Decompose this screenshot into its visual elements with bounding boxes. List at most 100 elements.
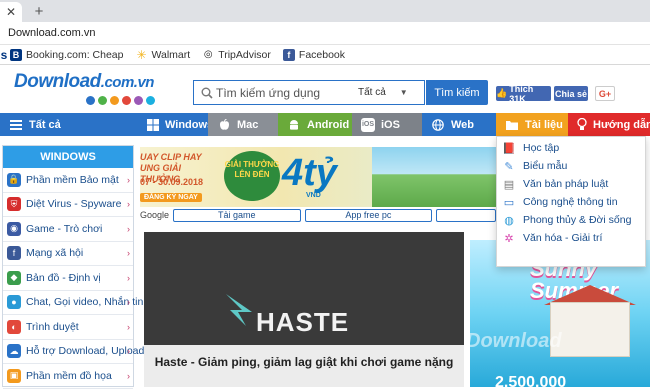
new-tab-button[interactable]: +: [30, 2, 48, 20]
sidebar-item-label: Chat, Gọi video, Nhắn tin: [26, 296, 144, 309]
chevron-right-icon: ›: [127, 223, 130, 234]
nav-guides[interactable]: Hướng dẫn: [568, 113, 650, 136]
bookmark-facebook[interactable]: f Facebook: [282, 48, 345, 61]
dropdown-item[interactable]: ▤ Văn bản pháp luật: [497, 175, 645, 193]
sidebar-item-label: Phần mềm đồ họa: [26, 369, 112, 382]
windows-sidebar: WINDOWS 🔒 Phần mềm Bảo mật › ⛨ Diệt Virus - …: [2, 145, 144, 389]
dropdown-item-label: Biểu mẫu: [523, 160, 568, 172]
logo-dot: [86, 96, 95, 105]
logo-dots: [86, 96, 155, 105]
monitor-icon: ▭: [503, 196, 515, 209]
search-button[interactable]: Tìm kiếm: [426, 80, 488, 105]
facebook-like-button[interactable]: 👍 Thích 31K: [496, 84, 551, 104]
sidebar-item-label: Mạng xã hội: [26, 247, 84, 260]
tab-more[interactable]: [436, 208, 496, 222]
logo-dot: [146, 96, 155, 105]
search-box: Tất cả ▼: [193, 80, 425, 105]
apple-icon: [217, 118, 231, 132]
chevron-right-icon: ›: [127, 321, 130, 332]
feature-caption[interactable]: Haste - Giảm ping, giảm lag giật khi chơ…: [144, 345, 464, 387]
google-label: Google: [140, 210, 170, 220]
promo-number: 2.500.000: [495, 374, 567, 387]
bookmark-booking[interactable]: s B Booking.com: Cheap: [0, 47, 124, 62]
facebook-icon: f: [7, 246, 21, 261]
chevron-right-icon: ›: [127, 297, 130, 308]
search-input[interactable]: [216, 85, 356, 100]
banner-dates: 07 - 30.09.2018: [140, 177, 204, 187]
gplus-button[interactable]: G+: [595, 86, 615, 101]
dropdown-item[interactable]: ◍ Phong thủy & Đời sống: [497, 211, 645, 229]
sidebar-item-label: Diệt Virus - Spyware: [26, 198, 122, 211]
dropdown-item-label: Công nghệ thông tin: [523, 196, 618, 208]
sidebar-item[interactable]: ⛨ Diệt Virus - Spyware ›: [3, 193, 133, 217]
dropdown-item[interactable]: ▭ Công nghệ thông tin: [497, 193, 645, 211]
nav-all[interactable]: Tất cả: [0, 113, 138, 136]
tab-tai-game[interactable]: Tải game: [173, 208, 301, 222]
book-icon: 📕: [502, 142, 516, 155]
document-icon: ▤: [503, 178, 515, 191]
bookmark-tripadvisor[interactable]: ◎ TripAdvisor: [202, 48, 271, 61]
logo-dot: [122, 96, 131, 105]
logo-dot: [98, 96, 107, 105]
map-icon: ◆: [7, 270, 21, 285]
haste-brand: HASTE: [256, 307, 350, 337]
promo-banner[interactable]: UAY CLIP HAY UNG GIẢI THƯỞNG 07 - 30.09.…: [140, 147, 496, 207]
close-tab-icon[interactable]: ✕: [6, 5, 16, 19]
menu-icon: [9, 118, 23, 132]
chevron-right-icon: ›: [127, 346, 130, 357]
category-nav: Tất cả Windows Mac Android iOS iOS Web T…: [0, 113, 650, 136]
bookmarks-bar: s B Booking.com: Cheap ✳ Walmart ◎ TripA…: [0, 45, 650, 65]
chevron-right-icon: ›: [127, 370, 130, 381]
logo-dot: [134, 96, 143, 105]
nav-ios[interactable]: iOS iOS: [352, 113, 422, 136]
banner-amount: 4tỷ: [282, 152, 337, 194]
sidebar-item[interactable]: f Mạng xã hội ›: [3, 242, 133, 266]
dropdown-item[interactable]: ✲ Văn hóa - Giải trí: [497, 229, 645, 247]
folder-icon: [505, 118, 519, 132]
browser-tab[interactable]: ✕: [0, 2, 22, 22]
sidebar-header: WINDOWS: [3, 146, 133, 168]
house-illustration: [550, 302, 630, 357]
cloud-icon: ☁: [7, 344, 21, 359]
facebook-share-button[interactable]: Chia sẻ: [554, 86, 588, 101]
sidebar-item-label: Game - Trò chơi: [26, 222, 103, 235]
facebook-icon: f: [282, 48, 295, 61]
booking-icon: s: [0, 47, 8, 62]
browser-icon: ◐: [7, 319, 21, 334]
sidebar-item[interactable]: ◉ Game - Trò chơi ›: [3, 217, 133, 242]
sidebar-item[interactable]: ▣ Phần mềm đồ họa ›: [3, 364, 133, 389]
sidebar-item-label: Bản đồ - Định vị: [26, 271, 101, 284]
image-icon: ▣: [7, 368, 21, 383]
sidebar-item[interactable]: ● Chat, Gọi video, Nhắn tin ›: [3, 291, 143, 315]
dropdown-item[interactable]: ✎ Biểu mẫu: [497, 157, 645, 175]
web-icon: [431, 118, 445, 132]
sidebar-item-label: Trình duyệt: [26, 320, 79, 333]
nav-mac[interactable]: Mac: [208, 113, 278, 136]
address-bar[interactable]: Download.com.vn: [0, 22, 650, 45]
documents-dropdown: 📕 Học tập ✎ Biểu mẫu ▤ Văn bản pháp luật ▭ Công…: [496, 136, 646, 267]
sidebar-item[interactable]: ◆ Bản đồ - Định vị ›: [3, 266, 133, 291]
dropdown-item-label: Học tập: [523, 142, 560, 154]
sidebar-item[interactable]: 🔒 Phần mềm Bảo mật ›: [3, 168, 133, 193]
nav-web[interactable]: Web: [422, 113, 496, 136]
lightbulb-icon: [577, 118, 587, 132]
search-scope-select[interactable]: Tất cả ▼: [358, 87, 408, 98]
feature-article-card[interactable]: HASTE Haste - Giảm ping, giảm lag giật k…: [144, 232, 464, 387]
nav-windows[interactable]: Windows: [138, 113, 213, 136]
chevron-down-icon: ▼: [399, 88, 408, 97]
nav-documents[interactable]: Tài liệu: [496, 113, 568, 136]
dropdown-item[interactable]: 📕 Học tập: [497, 139, 645, 157]
dropdown-item-label: Văn bản pháp luật: [523, 178, 609, 190]
site-header: Download.com.vn Tất cả ▼ Tìm kiếm 👍Thích…: [0, 65, 650, 113]
site-logo[interactable]: Download.com.vn: [14, 71, 154, 93]
tab-app-free-pc[interactable]: App free pc: [304, 208, 433, 222]
sidebar-item[interactable]: ◐ Trình duyệt ›: [3, 315, 133, 340]
bookmark-walmart[interactable]: ✳ Walmart: [135, 48, 190, 62]
chevron-right-icon: ›: [127, 248, 130, 259]
banner-cta[interactable]: ĐĂNG KÝ NGAY: [140, 193, 202, 202]
banner-illustration: [372, 147, 496, 207]
nav-android[interactable]: Android: [278, 113, 352, 136]
sidebar-item[interactable]: ☁ Hỗ trợ Download, Upload ›: [3, 340, 144, 364]
banner-subtabs: Google Tải game App free pc: [140, 208, 496, 222]
dropdown-item-label: Văn hóa - Giải trí: [523, 232, 603, 244]
